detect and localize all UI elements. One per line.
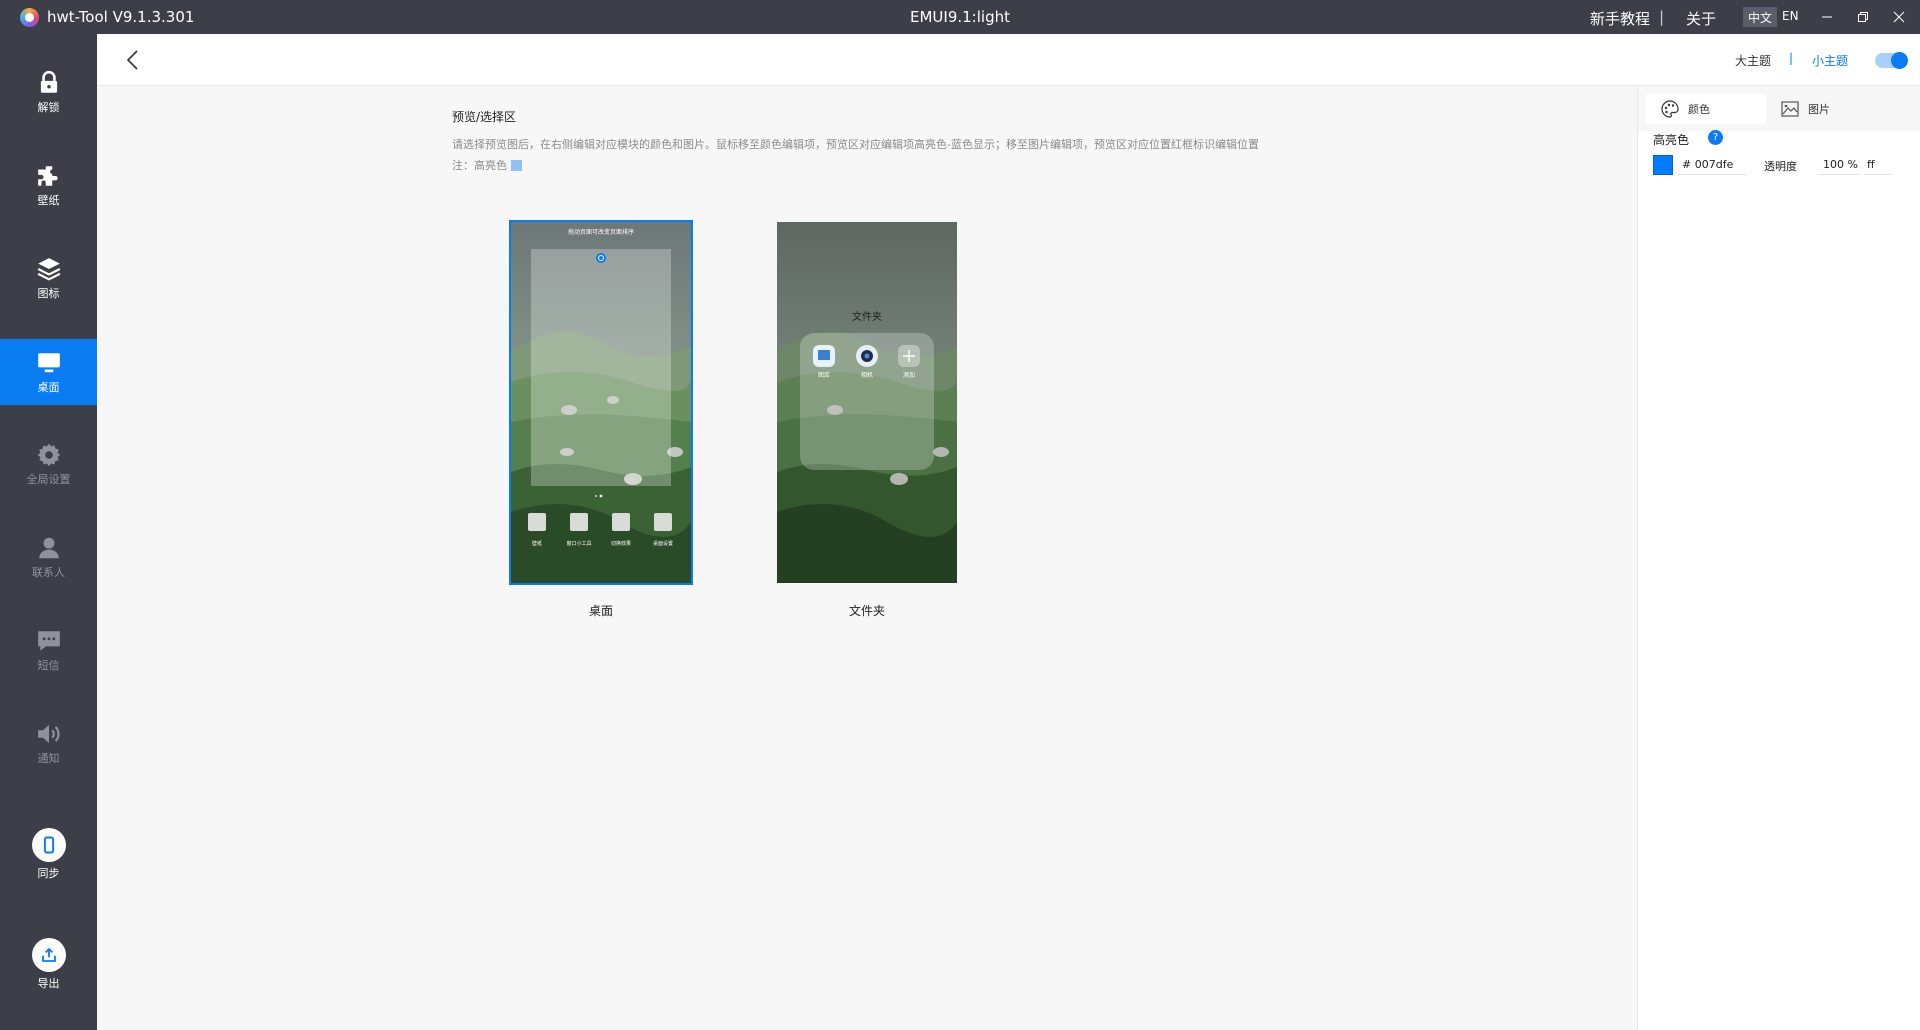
highlight-note: 注：高亮色 [452,157,522,173]
app-title: hwt-Tool V9.1.3.301 [47,8,195,26]
content-topbar: 大主题 | 小主题 [97,34,1920,86]
help-icon[interactable]: ? [1708,130,1723,145]
sidebar-item-label: 导出 [37,976,60,990]
folder-preview-caption: 文件夹 [848,604,885,618]
sidebar-item-label: 短信 [37,659,60,672]
theme-separator: | [1789,51,1794,65]
menu-separator: | [1659,8,1665,26]
hex-color-input[interactable] [1678,155,1746,175]
tab-color[interactable]: 颜色 [1646,94,1766,124]
back-arrow-icon[interactable] [122,48,144,72]
title-bar: hwt-Tool V9.1.3.301 EMUI9.1:light 新手教程 |… [0,0,1920,34]
sidebar-item-label: 联系人 [32,566,65,579]
sidebar-item-label: 同步 [37,866,60,880]
highlight-color-label: 高亮色 [1653,133,1690,147]
desktop-preview[interactable]: 拖动页面可改变页面排序 壁纸 窗口小工具 切换效果 桌面设置 [509,220,693,585]
small-theme-tab[interactable]: 小主题 [1812,52,1848,69]
minimize-icon [1822,16,1832,18]
theme-toggle[interactable] [1875,52,1908,69]
puzzle-icon [37,166,58,186]
sidebar-item-global-settings[interactable]: 全局设置 [0,432,97,497]
sidebar-item-label: 解锁 [37,101,60,114]
language-switch: 中文 EN [1743,7,1804,27]
section-description: 请选择预览图后，在右侧编辑对应模块的颜色和图片。鼠标移至颜色编辑项，预览区对应编… [452,138,1259,151]
message-icon [37,631,60,651]
lang-zh-button[interactable]: 中文 [1743,7,1778,27]
speaker-icon [37,724,60,744]
folder-app-label: 图库 [817,372,830,379]
close-icon [1893,11,1905,23]
drag-hint: 拖动页面可改变页面排序 [567,229,634,236]
monitor-icon [37,352,60,372]
preview-area: 预览/选择区 请选择预览图后，在右侧编辑对应模块的颜色和图片。鼠标移至颜色编辑项… [97,86,1637,1030]
sidebar-item-notification[interactable]: 通知 [0,711,97,776]
sidebar-item-label: 壁纸 [37,194,60,207]
sidebar-item-label: 桌面 [37,380,60,394]
gear-icon [37,443,60,467]
sidebar-item-wallpaper[interactable]: 壁纸 [0,153,97,218]
phone-icon [43,836,54,853]
opacity-label: 透明度 [1764,160,1797,173]
app-logo-icon [20,8,39,27]
opacity-hex-input[interactable] [1864,155,1892,175]
tutorial-link[interactable]: 新手教程 [1590,8,1650,29]
sidebar-item-icons[interactable]: 图标 [0,246,97,311]
sidebar-item-label: 通知 [37,752,60,765]
dock-label: 桌面设置 [652,541,673,547]
sidebar-item-label: 图标 [37,287,60,300]
dock-label: 壁纸 [531,541,542,547]
export-icon [41,947,56,962]
restore-icon [1858,12,1868,22]
sidebar: 解锁 壁纸 图标 桌面 全局设置 联系人 短信 通知 同步 导出 [0,34,97,1030]
dock-label: 窗口小工具 [566,541,592,547]
sidebar-item-contacts[interactable]: 联系人 [0,525,97,590]
big-theme-tab[interactable]: 大主题 [1735,52,1771,69]
section-title: 预览/选择区 [452,110,517,124]
sidebar-item-label: 全局设置 [26,473,71,486]
sidebar-item-unlock[interactable]: 解锁 [0,60,97,125]
sidebar-item-export[interactable]: 导出 [0,929,97,999]
folder-preview-image [777,222,957,583]
desktop-preview-caption: 桌面 [588,604,613,618]
export-button[interactable] [31,937,66,972]
folder-title: 文件夹 [852,312,882,323]
sync-button[interactable] [31,827,66,862]
folder-app-label: 相机 [860,372,873,379]
sidebar-item-sync[interactable]: 同步 [0,819,97,889]
tab-color-label: 颜色 [1688,103,1710,116]
sidebar-item-sms[interactable]: 短信 [0,618,97,683]
opacity-input[interactable] [1818,155,1860,175]
layers-icon [37,258,60,281]
dock-label: 切换效果 [610,541,631,547]
user-icon [38,537,59,559]
about-link[interactable]: 关于 [1686,8,1716,29]
tab-image[interactable]: 图片 [1766,94,1886,124]
color-picker-swatch[interactable] [1653,155,1673,175]
folder-preview[interactable]: 文件夹 图库 相机 添加 [777,222,957,583]
edit-panel: 颜色 图片 高亮色 ? 透明度 [1637,86,1920,1030]
highlight-swatch [511,159,522,171]
desktop-preview-image [511,222,691,583]
close-button[interactable] [1887,5,1911,29]
note-text: 注：高亮色 [452,159,507,172]
restore-button[interactable] [1851,5,1875,29]
tab-image-label: 图片 [1808,103,1830,116]
minimize-button[interactable] [1815,5,1839,29]
sidebar-item-desktop[interactable]: 桌面 [0,339,97,405]
folder-app-label: 添加 [902,372,915,379]
palette-icon [1661,100,1679,118]
lang-en-button[interactable]: EN [1777,7,1804,27]
image-icon [1781,101,1799,117]
lock-icon [40,70,57,93]
